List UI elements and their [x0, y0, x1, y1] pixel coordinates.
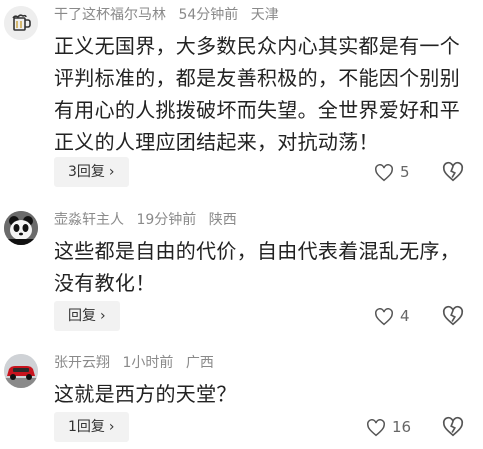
- like-button[interactable]: 4: [374, 304, 410, 328]
- dislike-button[interactable]: [442, 161, 464, 183]
- username[interactable]: 壶淼轩主人: [54, 212, 124, 228]
- username[interactable]: 干了这杯福尔马林: [54, 7, 166, 23]
- broken-heart-icon: [442, 161, 464, 182]
- like-count: 5: [400, 163, 410, 181]
- chevron-right-icon: ›: [108, 164, 115, 180]
- heart-icon: [375, 307, 393, 325]
- dislike-button[interactable]: [442, 416, 464, 438]
- reply-button[interactable]: 3回复 ›: [54, 157, 129, 187]
- reply-label: 1回复: [68, 419, 105, 435]
- like-button[interactable]: 16: [366, 415, 411, 439]
- comment-item: 壶淼轩主人 19分钟前 陕西 这些都是自由的代价，自由代表着混乱无序，没有教化！…: [0, 205, 483, 340]
- comment-meta: 张开云翔 1小时前 广西: [54, 353, 222, 373]
- avatar[interactable]: [4, 354, 38, 388]
- comment-text: 正义无国界，大多数民众内心其实都是有一个评判标准的，都是友善积极的，不能因个别别…: [54, 34, 460, 154]
- comment-text: 这就是西方的天堂？: [54, 382, 237, 406]
- reply-label: 回复: [68, 308, 96, 324]
- comment-time: 1小时前: [122, 355, 174, 371]
- heart-icon: [375, 163, 393, 181]
- comment-text: 这些都是自由的代价，自由代表着混乱无序，没有教化！: [54, 239, 460, 295]
- chevron-right-icon: ›: [100, 308, 106, 324]
- comment-item: 张开云翔 1小时前 广西 这就是西方的天堂？ 1回复 › 16: [0, 348, 483, 449]
- dislike-button[interactable]: [442, 305, 464, 327]
- reply-button[interactable]: 1回复 ›: [54, 412, 129, 442]
- beer-mug-icon: [4, 6, 38, 40]
- chevron-right-icon: ›: [108, 419, 115, 435]
- reply-button[interactable]: 回复 ›: [54, 301, 120, 331]
- like-button[interactable]: 5: [374, 160, 410, 184]
- like-count: 16: [392, 418, 412, 436]
- comment-meta: 壶淼轩主人 19分钟前 陕西: [54, 210, 245, 230]
- comment-location: 广西: [185, 355, 214, 371]
- broken-heart-icon: [442, 416, 464, 437]
- comment-item: 干了这杯福尔马林 54分钟前 天津 正义无国界，大多数民众内心其实都是有一个评判…: [0, 0, 483, 195]
- panda-icon: [4, 211, 38, 245]
- comment-meta: 干了这杯福尔马林 54分钟前 天津: [54, 5, 287, 25]
- comment-location: 陕西: [208, 212, 237, 228]
- comment-time: 54分钟前: [178, 7, 239, 23]
- avatar[interactable]: [4, 6, 38, 40]
- red-car-icon: [4, 354, 38, 388]
- avatar[interactable]: [4, 211, 38, 245]
- heart-icon: [367, 418, 385, 436]
- username[interactable]: 张开云翔: [54, 355, 110, 371]
- like-count: 4: [400, 307, 410, 325]
- comment-time: 19分钟前: [136, 212, 197, 228]
- broken-heart-icon: [442, 305, 464, 326]
- reply-label: 3回复: [68, 164, 105, 180]
- comment-location: 天津: [250, 7, 279, 23]
